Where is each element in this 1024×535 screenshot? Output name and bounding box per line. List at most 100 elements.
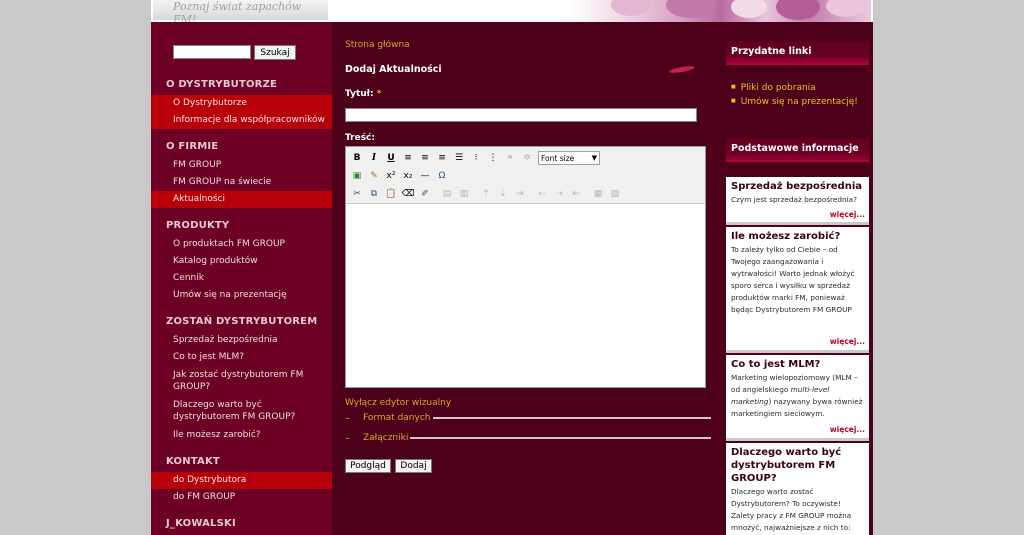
info-box-title: Co to jest MLM? xyxy=(731,359,821,370)
subscript-icon[interactable]: x₂ xyxy=(400,168,416,184)
info-box-text: Marketing wielopoziomowy (MLM – od angie… xyxy=(731,372,865,420)
delete-col-icon[interactable]: ⇤ xyxy=(568,186,584,202)
info-box-text: To zależy tylko od Ciebie – od Twojego z… xyxy=(731,245,855,314)
sidebar-item-do-dystrybutora[interactable]: do Dystrybutora xyxy=(151,472,332,489)
editor-toolbar: B I U ≡ ≡ ≡ ☰ ⁝ ⋮ ⚭ ✲ Font size ▼ ▣ ✎ x²… xyxy=(346,147,705,204)
fieldset-zalaczniki[interactable]: – Załączniki xyxy=(345,431,711,445)
eraser-icon[interactable]: ⌫ xyxy=(400,186,416,202)
link-pliki-do-pobrania[interactable]: Pliki do pobrania xyxy=(731,81,858,95)
collapse-icon[interactable]: – xyxy=(345,413,363,424)
header-slogan: Poznaj świat zapachów FM! xyxy=(173,0,302,22)
sidebar-item-prezentacja[interactable]: Umów się na prezentację xyxy=(151,287,332,304)
cut-icon[interactable]: ✂ xyxy=(349,186,365,202)
row-before-icon[interactable]: ⇡ xyxy=(478,186,494,202)
charmap-icon[interactable]: Ω xyxy=(434,168,450,184)
title-decoration xyxy=(668,64,696,75)
add-button[interactable]: Dodaj xyxy=(395,459,432,473)
link-umow-sie[interactable]: Umów się na prezentację! xyxy=(731,95,858,109)
sidebar-section-title: KONTAKT xyxy=(166,456,220,467)
sidebar-item-informacje[interactable]: Informacje dla współpracowników xyxy=(151,112,332,129)
more-link[interactable]: więcej... xyxy=(830,210,865,219)
chevron-down-icon: ▼ xyxy=(591,154,597,162)
align-center-icon[interactable]: ≡ xyxy=(417,150,433,166)
align-right-icon[interactable]: ≡ xyxy=(434,150,450,166)
info-box-text: Czym jest sprzedaż bezpośrednia? xyxy=(731,195,857,204)
cleanup-icon[interactable]: ✎ xyxy=(366,168,382,184)
wysiwyg-editor: B I U ≡ ≡ ≡ ☰ ⁝ ⋮ ⚭ ✲ Font size ▼ ▣ ✎ x²… xyxy=(345,146,706,388)
col-before-icon[interactable]: ⇠ xyxy=(534,186,550,202)
link-icon[interactable]: ⚭ xyxy=(502,150,518,166)
sidebar-item-fm-group-na-swiecie[interactable]: FM GROUP na świecie xyxy=(151,174,332,191)
page: Poznaj świat zapachów FM! Szukaj O DYSTR… xyxy=(151,0,873,535)
numbered-list-icon[interactable]: ⋮ xyxy=(485,150,501,166)
table-props-icon[interactable]: ▥ xyxy=(456,186,472,202)
fieldset-divider xyxy=(410,437,711,439)
slogan-box: Poznaj świat zapachów FM! xyxy=(153,0,328,22)
row-after-icon[interactable]: ⇣ xyxy=(495,186,511,202)
sidebar-item-cennik[interactable]: Cennik xyxy=(151,270,332,287)
sidebar-item-sprzedaz[interactable]: Sprzedaż bezpośrednia xyxy=(151,332,332,349)
table-insert-icon[interactable]: ▤ xyxy=(439,186,455,202)
sidebar-item-do-fm-group[interactable]: do FM GROUP xyxy=(151,489,332,506)
collapse-icon[interactable]: – xyxy=(345,433,363,444)
merge-cells-icon[interactable]: ▧ xyxy=(607,186,623,202)
sidebar-item-mlm[interactable]: Co to jest MLM? xyxy=(151,349,332,366)
more-link[interactable]: więcej... xyxy=(830,425,865,434)
sidebar-item-fm-group[interactable]: FM GROUP xyxy=(151,157,332,174)
sidebar-item-katalog[interactable]: Katalog produktów xyxy=(151,253,332,270)
paste-icon[interactable]: 📋 xyxy=(383,186,399,202)
editor-body[interactable] xyxy=(346,205,705,387)
more-link[interactable]: więcej... xyxy=(830,337,865,346)
bold-icon[interactable]: B xyxy=(349,150,365,166)
info-box-text: Dlaczego warto zostać Dystrybutorem? To … xyxy=(731,487,852,532)
horizontal-rule-icon[interactable]: — xyxy=(417,168,433,184)
basic-info-heading: Podstawowe informacje xyxy=(726,138,869,162)
sidebar-item-ile-zarobic[interactable]: Ile możesz zarobić? xyxy=(151,427,332,444)
breadcrumb[interactable]: Strona główna xyxy=(345,40,410,50)
sidebar-item-aktualnosci[interactable]: Aktualności xyxy=(151,191,332,208)
fieldset-format-danych[interactable]: – Format danych xyxy=(345,411,711,425)
copy-icon[interactable]: ⧉ xyxy=(366,186,382,202)
col-after-icon[interactable]: ⇢ xyxy=(551,186,567,202)
underline-icon[interactable]: U xyxy=(383,150,399,166)
edit-html-icon[interactable]: ✐ xyxy=(417,186,433,202)
font-size-select[interactable]: Font size ▼ xyxy=(538,151,600,165)
info-box-sprzedaz: Sprzedaż bezpośrednia Czym jest sprzedaż… xyxy=(726,177,869,225)
fieldset-title[interactable]: Format danych xyxy=(363,413,431,423)
align-justify-icon[interactable]: ☰ xyxy=(451,150,467,166)
font-size-select-label: Font size xyxy=(541,153,575,163)
fieldset-title[interactable]: Załączniki xyxy=(363,433,408,443)
unlink-icon[interactable]: ✲ xyxy=(519,150,535,166)
useful-links-list: Pliki do pobrania Umów się na prezentacj… xyxy=(731,81,858,109)
split-cells-icon[interactable]: ▦ xyxy=(590,186,606,202)
bullet-list-icon[interactable]: ⁝ xyxy=(468,150,484,166)
sidebar-section-title: PRODUKTY xyxy=(166,220,230,231)
search-button[interactable]: Szukaj xyxy=(254,45,296,60)
align-left-icon[interactable]: ≡ xyxy=(400,150,416,166)
sidebar-item-o-produktach[interactable]: O produktach FM GROUP xyxy=(151,236,332,253)
info-box-title: Dlaczego warto być dystrybutorem FM GROU… xyxy=(731,447,842,484)
sidebar-item-jak-zostac[interactable]: Jak zostać dystrybutorem FM GROUP? xyxy=(151,366,332,396)
sidebar-item-o-dystrybutorze[interactable]: O Dystrybutorze xyxy=(151,95,332,112)
left-sidebar: Szukaj O DYSTRYBUTORZE O Dystrybutorze I… xyxy=(151,22,332,535)
right-sidebar: Przydatne linki Pliki do pobrania Umów s… xyxy=(721,22,873,535)
title-input[interactable] xyxy=(345,108,697,122)
superscript-icon[interactable]: x² xyxy=(383,168,399,184)
sidebar-section-title: O FIRMIE xyxy=(166,141,219,152)
preview-button[interactable]: Podgląd xyxy=(345,459,391,473)
italic-icon[interactable]: I xyxy=(366,150,382,166)
title-label-text: Tytuł: xyxy=(345,89,374,99)
fieldset-divider xyxy=(432,417,711,419)
toggle-visual-editor-link[interactable]: Wyłącz edytor wizualny xyxy=(345,398,451,408)
delete-row-icon[interactable]: ⇥ xyxy=(512,186,528,202)
info-box-mlm: Co to jest MLM? Marketing wielopoziomowy… xyxy=(726,355,869,441)
sidebar-item-dlaczego-warto[interactable]: Dlaczego warto być dystrybutorem FM GROU… xyxy=(151,396,332,426)
body-label: Treść: xyxy=(345,133,375,143)
sidebar-section-title-user: J_KOWALSKI xyxy=(166,518,236,529)
info-box-title: Ile możesz zarobić? xyxy=(731,231,841,242)
image-icon[interactable]: ▣ xyxy=(349,168,365,184)
search-input[interactable] xyxy=(173,45,251,59)
header-banner: Poznaj świat zapachów FM! xyxy=(151,0,873,22)
required-mark: * xyxy=(376,89,382,99)
page-title: Dodaj Aktualności xyxy=(345,64,442,75)
